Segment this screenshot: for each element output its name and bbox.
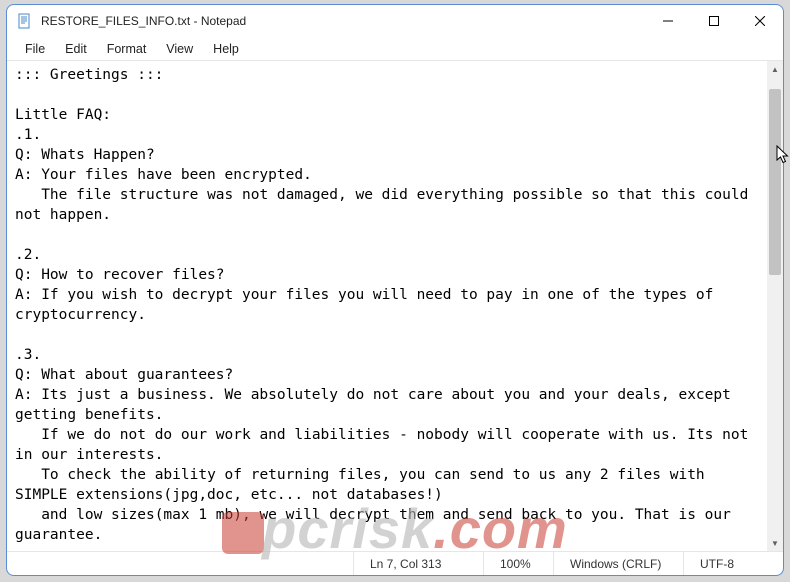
- status-eol: Windows (CRLF): [553, 552, 683, 575]
- status-encoding: UTF-8: [683, 552, 783, 575]
- notepad-window: RESTORE_FILES_INFO.txt - Notepad File Ed…: [6, 4, 784, 576]
- notepad-icon: [17, 13, 33, 29]
- menu-help[interactable]: Help: [203, 40, 249, 58]
- menu-format[interactable]: Format: [97, 40, 157, 58]
- menubar: File Edit Format View Help: [7, 37, 783, 61]
- maximize-button[interactable]: [691, 5, 737, 37]
- scroll-down-button[interactable]: ▼: [767, 535, 783, 551]
- minimize-button[interactable]: [645, 5, 691, 37]
- menu-edit[interactable]: Edit: [55, 40, 97, 58]
- menu-view[interactable]: View: [156, 40, 203, 58]
- statusbar: Ln 7, Col 313 100% Windows (CRLF) UTF-8: [7, 551, 783, 575]
- status-lncol: Ln 7, Col 313: [353, 552, 483, 575]
- vertical-scrollbar[interactable]: ▲ ▼: [767, 61, 783, 551]
- menu-file[interactable]: File: [15, 40, 55, 58]
- titlebar[interactable]: RESTORE_FILES_INFO.txt - Notepad: [7, 5, 783, 37]
- scrollbar-thumb[interactable]: [769, 89, 781, 275]
- text-editor[interactable]: ::: Greetings ::: Little FAQ: .1. Q: Wha…: [7, 61, 767, 551]
- content-area: ::: Greetings ::: Little FAQ: .1. Q: Wha…: [7, 61, 783, 551]
- window-title: RESTORE_FILES_INFO.txt - Notepad: [41, 14, 246, 28]
- window-controls: [645, 5, 783, 37]
- status-zoom: 100%: [483, 552, 553, 575]
- close-button[interactable]: [737, 5, 783, 37]
- scroll-up-button[interactable]: ▲: [767, 61, 783, 77]
